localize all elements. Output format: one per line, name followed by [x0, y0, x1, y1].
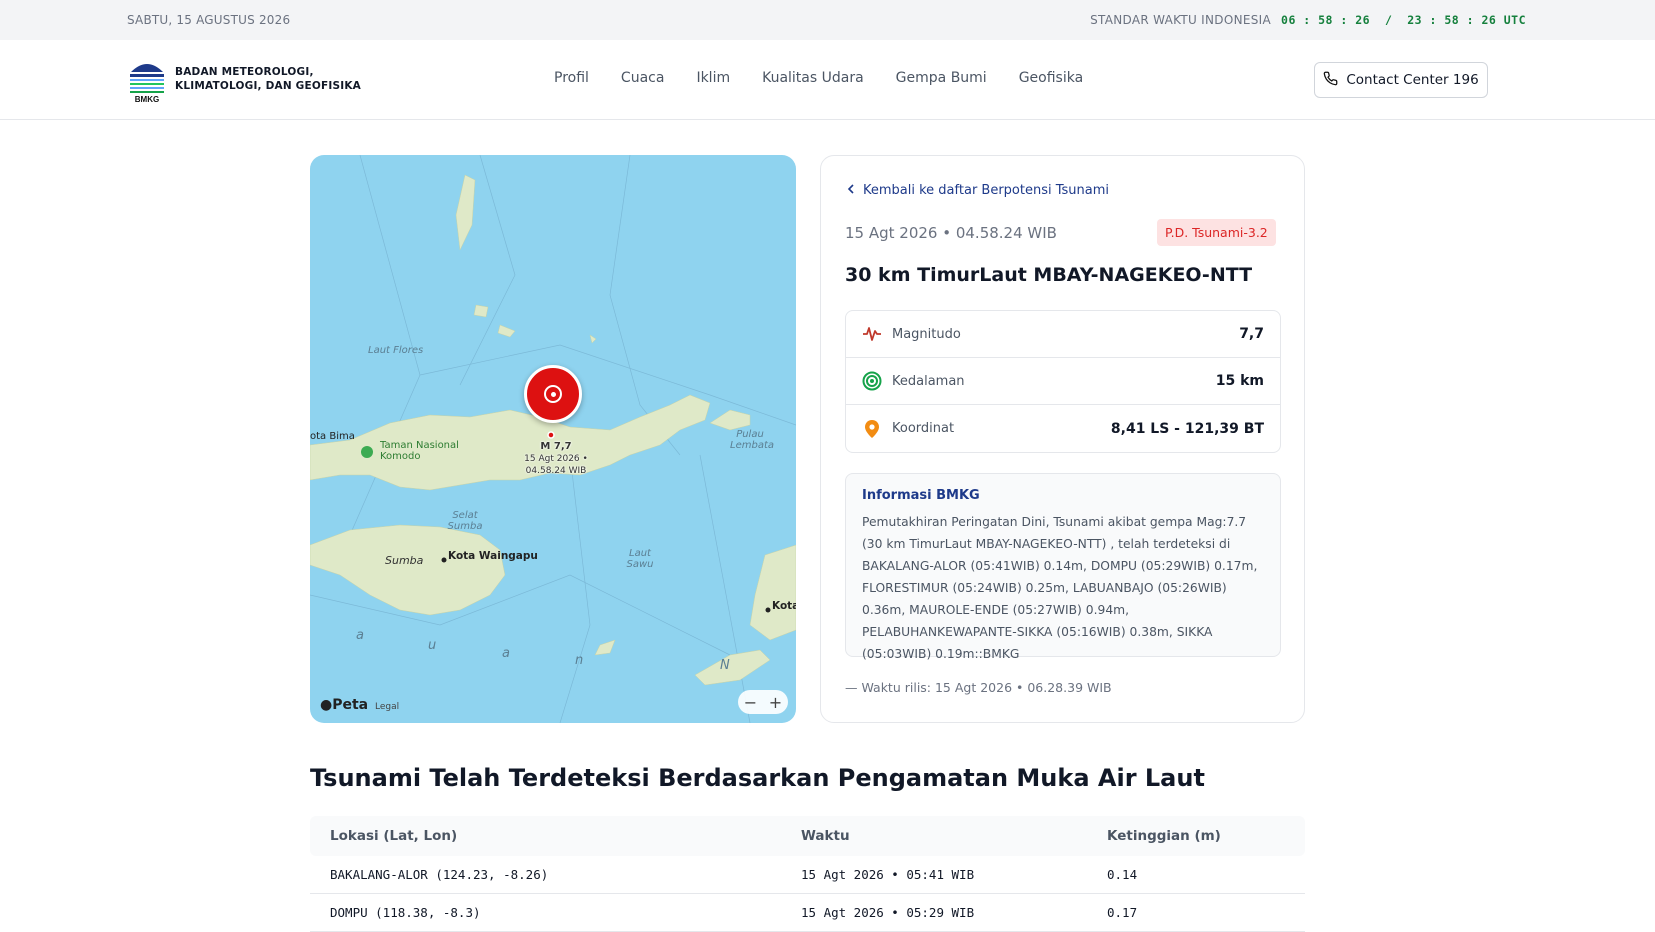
phone-icon — [1323, 71, 1338, 90]
stat-magnitude-label: Magnitudo — [892, 326, 961, 342]
table-header: Lokasi (Lat, Lon) Waktu Ketinggian (m) — [310, 816, 1305, 856]
org-name-line2: KLIMATOLOGI, DAN GEOFISIKA — [175, 80, 362, 92]
row-time: 15 Agt 2026 • 05:41 WIB — [801, 867, 975, 882]
header-height: Ketinggian (m) — [1107, 828, 1221, 844]
map-legal-link[interactable]: Legal — [375, 702, 399, 712]
top-bar: SABTU, 15 AGUSTUS 2026 STANDAR WAKTU IND… — [0, 0, 1655, 40]
nav-profil[interactable]: Profil — [554, 70, 589, 86]
zoom-out-button[interactable]: − — [744, 693, 757, 712]
stat-coordinates-label: Koordinat — [892, 421, 955, 436]
release-time: — Waktu rilis: 15 Agt 2026 • 06.28.39 WI… — [845, 680, 1112, 695]
earthquake-marker[interactable] — [524, 365, 582, 423]
row-location: DOMPU (118.38, -8.3) — [330, 905, 481, 920]
header-location: Lokasi (Lat, Lon) — [330, 828, 458, 844]
marker-date: 15 Agt 2026 • — [524, 454, 588, 464]
map-label-sea-a2: a — [502, 646, 510, 661]
map-pin-icon — [862, 419, 882, 439]
row-height: 0.14 — [1107, 867, 1138, 882]
stat-depth-value: 15 km — [1215, 373, 1264, 389]
map-label-selat-sumba: Selat Sumba — [447, 510, 483, 532]
bmkg-logo-icon: BMKG — [127, 54, 167, 104]
map-label-sea-N: N — [720, 658, 730, 673]
marker-time: 04.58.24 WIB — [525, 466, 587, 476]
pulse-icon — [862, 324, 882, 344]
clock: 06 : 58 : 26 / 23 : 58 : 26 UTC — [1281, 13, 1526, 27]
org-name-line1: BADAN METEOROLOGI, — [175, 66, 314, 78]
logo-text: BMKG — [135, 95, 159, 104]
info-title: Informasi BMKG — [862, 488, 980, 503]
row-time: 15 Agt 2026 • 05:29 WIB — [801, 905, 975, 920]
stat-magnitude: Magnitudo 7,7 — [846, 311, 1280, 358]
current-date: SABTU, 15 AGUSTUS 2026 — [127, 13, 291, 27]
map-label-sea-a1: a — [356, 628, 364, 643]
map-label-kota-waingapu: Kota Waingapu — [448, 550, 538, 562]
row-location: BAKALANG-ALOR (124.23, -8.26) — [330, 867, 549, 882]
map-zoom-control: − + — [738, 690, 788, 714]
epicenter-icon — [544, 385, 562, 403]
nav-iklim[interactable]: Iklim — [696, 70, 730, 86]
event-time: 15 Agt 2026 • 04.58.24 WIB — [845, 224, 1057, 242]
earthquake-detail-card: Kembali ke daftar Berpotensi Tsunami 15 … — [820, 155, 1305, 723]
target-icon — [862, 371, 882, 391]
contact-center-button[interactable]: Contact Center 196 — [1314, 62, 1488, 98]
map-label-pulau-lembata: Pulau Lembata — [730, 429, 774, 451]
map-label-sumba: Sumba — [385, 554, 424, 567]
stat-depth-label: Kedalaman — [892, 373, 965, 389]
map-label-laut-flores: Laut Flores — [368, 345, 424, 356]
map-canvas — [310, 155, 796, 723]
event-stats: Magnitudo 7,7 Kedalaman 15 km Koordinat … — [845, 310, 1281, 453]
tsunami-observation-table: Lokasi (Lat, Lon) Waktu Ketinggian (m) B… — [310, 816, 1305, 932]
header-time: Waktu — [801, 828, 850, 844]
map-label-kota: Kota — [772, 600, 796, 612]
table-row: BAKALANG-ALOR (124.23, -8.26) 15 Agt 202… — [310, 856, 1305, 894]
apple-icon: ● — [320, 697, 333, 713]
chevron-left-icon — [847, 183, 855, 198]
time-standard-label: STANDAR WAKTU INDONESIA — [1090, 13, 1272, 27]
earthquake-map[interactable]: Laut Flores ota Bima Taman Nasional Komo… — [310, 155, 796, 723]
stat-coordinates: Koordinat 8,41 LS - 121,39 BT — [846, 405, 1280, 452]
stat-magnitude-value: 7,7 — [1239, 326, 1264, 342]
stat-depth: Kedalaman 15 km — [846, 358, 1280, 405]
map-label-sea-n: n — [575, 653, 584, 668]
map-attribution: ●Peta — [320, 697, 369, 713]
stat-coordinates-value: 8,41 LS - 121,39 BT — [1110, 420, 1264, 437]
map-label-sea-u: u — [428, 638, 437, 653]
site-header: BMKG BADAN METEOROLOGI, KLIMATOLOGI, DAN… — [0, 40, 1655, 120]
back-link-label: Kembali ke daftar Berpotensi Tsunami — [863, 183, 1110, 198]
marker-magnitude: M 7,7 — [540, 441, 572, 452]
map-label-laut-sawu: Laut Sawu — [626, 548, 654, 570]
back-link[interactable]: Kembali ke daftar Berpotensi Tsunami — [847, 183, 1109, 198]
map-label-kota-bima: ota Bima — [310, 431, 355, 442]
main-nav: Profil Cuaca Iklim Kualitas Udara Gempa … — [554, 70, 1083, 86]
table-row: DOMPU (118.38, -8.3) 15 Agt 2026 • 05:29… — [310, 894, 1305, 932]
section-title: Tsunami Telah Terdeteksi Berdasarkan Pen… — [310, 764, 1205, 792]
bmkg-info-box: Informasi BMKG Pemutakhiran Peringatan D… — [845, 473, 1281, 661]
nav-geofisika[interactable]: Geofisika — [1019, 70, 1083, 86]
earthquake-marker-label: M 7,7 15 Agt 2026 • 04.58.24 WIB — [506, 441, 606, 477]
event-location: 30 km TimurLaut MBAY-NAGEKEO-NTT — [845, 264, 1253, 286]
info-text: Pemutakhiran Peringatan Dini, Tsunami ak… — [862, 515, 1258, 661]
time-display: STANDAR WAKTU INDONESIA 06 : 58 : 26 / 2… — [1090, 13, 1526, 27]
contact-center-label: Contact Center 196 — [1346, 72, 1479, 88]
org-name: BADAN METEOROLOGI, KLIMATOLOGI, DAN GEOF… — [175, 65, 361, 93]
nav-kualitas-udara[interactable]: Kualitas Udara — [762, 70, 864, 86]
nav-gempa-bumi[interactable]: Gempa Bumi — [896, 70, 987, 86]
row-height: 0.17 — [1107, 905, 1138, 920]
map-label-taman-nasional: Taman Nasional Komodo — [380, 440, 459, 462]
nav-cuaca[interactable]: Cuaca — [621, 70, 665, 86]
zoom-in-button[interactable]: + — [769, 693, 782, 712]
bmkg-logo[interactable]: BMKG BADAN METEOROLOGI, KLIMATOLOGI, DAN… — [127, 54, 361, 104]
status-badge: P.D. Tsunami-3.2 — [1157, 219, 1276, 246]
